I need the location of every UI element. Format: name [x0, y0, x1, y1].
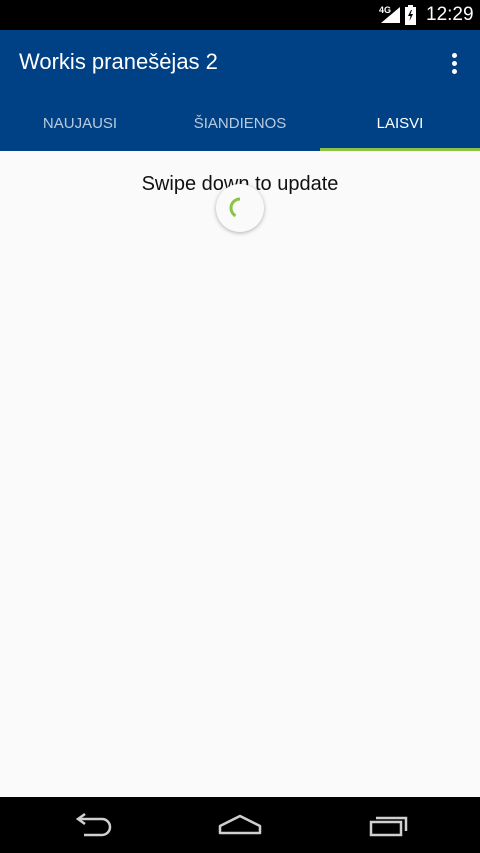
battery-charging-icon: [405, 5, 416, 25]
content-area[interactable]: Swipe down to update: [0, 151, 480, 797]
tab-naujausi[interactable]: NAUJAUSI: [0, 96, 160, 151]
home-icon[interactable]: [192, 797, 288, 853]
navigation-bar: [0, 797, 480, 853]
status-clock: 12:29: [426, 4, 474, 25]
refresh-spinner-icon: [216, 184, 264, 232]
tab-siandienos[interactable]: ŠIANDIENOS: [160, 96, 320, 151]
dot: [451, 68, 457, 74]
status-bar: 4G 12:29: [0, 0, 480, 30]
tab-laisvi[interactable]: LAISVI: [320, 96, 480, 151]
tab-bar: NAUJAUSI ŠIANDIENOS LAISVI: [0, 96, 480, 151]
dot: [451, 60, 457, 66]
recents-icon[interactable]: [341, 797, 437, 853]
more-vert-icon[interactable]: [440, 46, 468, 80]
app-title: Workis pranešėjas 2: [19, 49, 218, 74]
app-bar: Workis pranešėjas 2: [0, 30, 480, 96]
dot: [451, 52, 457, 58]
signal-icon: [381, 7, 400, 23]
screen: 4G 12:29 Workis pranešėjas 2 NAUJAUSI ŠI…: [0, 0, 480, 853]
back-icon[interactable]: [45, 797, 141, 853]
